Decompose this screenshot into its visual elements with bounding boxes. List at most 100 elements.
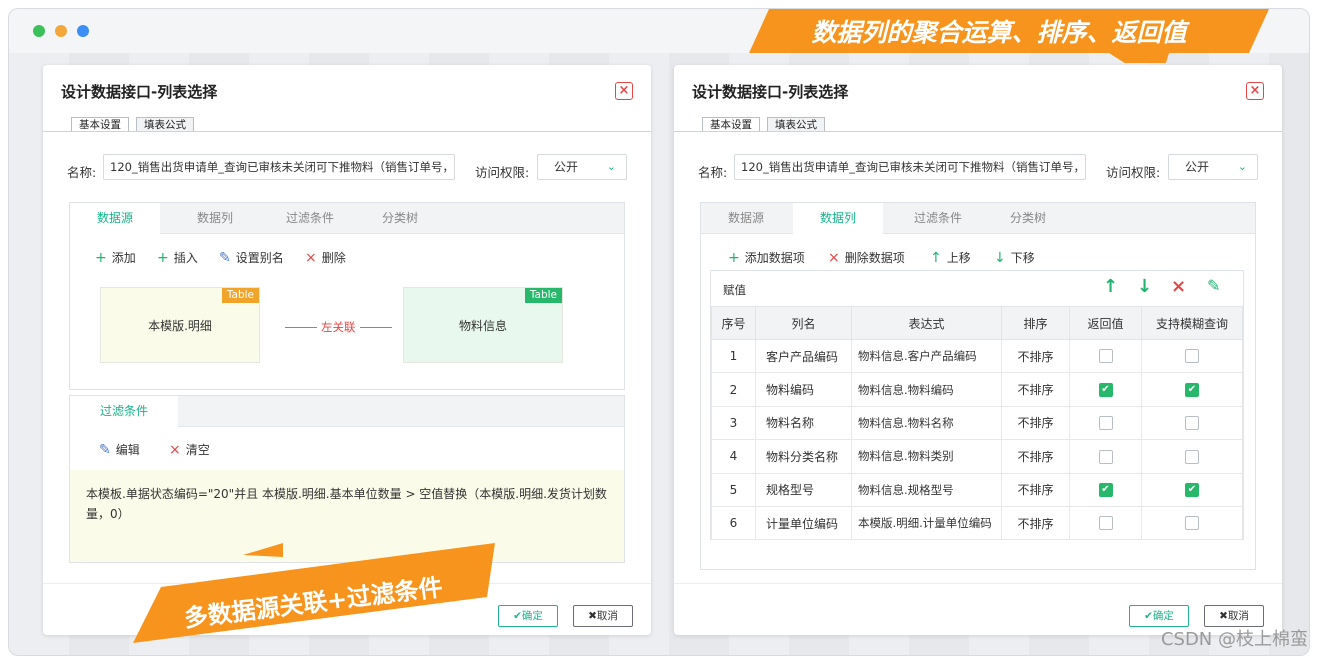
table-node-material[interactable]: Table 物料信息 xyxy=(403,287,563,363)
column-name: 物料分类名称 xyxy=(755,439,852,474)
edit-icon[interactable]: ✎ xyxy=(1207,276,1220,295)
dialog-right: 设计数据接口-列表选择 × 基本设置 填表公式 名称: 120_销售出货申请单_… xyxy=(674,65,1282,635)
row-number: 1 xyxy=(711,338,756,374)
tab-data-columns[interactable]: 数据列 xyxy=(170,203,260,234)
tab-category-tree[interactable]: 分类树 xyxy=(983,203,1073,234)
table-badge: Table xyxy=(524,288,562,303)
column-name: 客户产品编码 xyxy=(755,338,852,374)
table-badge: Table xyxy=(221,288,259,303)
move-down-button[interactable]: ↓ 下移 xyxy=(994,249,1035,266)
delete-data-item-button[interactable]: × 删除数据项 xyxy=(828,249,905,266)
column-sort: 不排序 xyxy=(1001,372,1070,407)
tab-data-columns[interactable]: 数据列 xyxy=(793,203,883,235)
confirm-button[interactable]: ✔确定 xyxy=(1129,605,1189,627)
return-value-checkbox[interactable]: ✔ xyxy=(1098,483,1113,497)
assign-label: 赋值 xyxy=(723,283,746,297)
table-row[interactable]: 2 物料编码 物料信息.物料编码 不排序 ✔ ✔ xyxy=(711,372,1243,407)
col-header: 序号 xyxy=(711,306,756,340)
table-row[interactable]: 4 物料分类名称 物料信息.物料类别 不排序 xyxy=(711,439,1243,474)
fuzzy-query-checkbox[interactable]: ✔ xyxy=(1185,483,1199,497)
move-up-button[interactable]: ↑ 上移 xyxy=(930,249,971,266)
tab-filter[interactable]: 过滤条件 xyxy=(265,203,355,234)
return-value-checkbox[interactable] xyxy=(1098,416,1113,431)
fuzzy-query-checkbox[interactable] xyxy=(1185,449,1199,464)
name-input[interactable]: 120_销售出货申请单_查询已审核未关闭可下推物料（销售订单号，行 xyxy=(734,154,1086,180)
arrow-down-icon: ↓ xyxy=(994,250,1006,266)
join-link[interactable]: 左关联 xyxy=(281,319,396,335)
table-row[interactable]: 5 规格型号 物料信息.规格型号 不排序 ✔ ✔ xyxy=(711,472,1243,507)
columns-table: 序号 列名 表达式 排序 返回值 支持模糊查询 1 客户产品编码 物料信息.客户产品… xyxy=(711,306,1243,541)
col-header: 返回值 xyxy=(1069,306,1142,340)
column-name: 物料编码 xyxy=(755,372,852,407)
close-icon[interactable]: × xyxy=(615,82,633,100)
fuzzy-query-checkbox[interactable] xyxy=(1185,349,1199,364)
return-value-checkbox[interactable] xyxy=(1098,516,1113,531)
return-value-checkbox[interactable]: ✔ xyxy=(1098,382,1113,397)
close-icon[interactable]: × xyxy=(1171,276,1186,297)
tab-datasource[interactable]: 数据源 xyxy=(70,203,160,235)
arrow-up-icon: ↑ xyxy=(930,250,942,266)
table-node-main[interactable]: Table 本模版.明细 xyxy=(100,287,260,363)
tab-filter-conditions[interactable]: 过滤条件 xyxy=(70,396,178,428)
banner-bottom: 多数据源关联+过滤条件 xyxy=(133,543,495,643)
row-number: 4 xyxy=(711,439,756,474)
chevron-down-icon: ⌄ xyxy=(1237,160,1247,173)
fuzzy-query-checkbox[interactable] xyxy=(1185,516,1199,531)
watermark: CSDN @枝上棉蛮 xyxy=(1160,629,1308,650)
tab-category-tree[interactable]: 分类树 xyxy=(355,203,445,234)
window-dot-orange[interactable] xyxy=(55,25,67,37)
tab-fill-formula[interactable]: 填表公式 xyxy=(136,117,194,132)
close-icon: × xyxy=(305,250,317,266)
close-icon[interactable]: × xyxy=(1246,82,1264,100)
dialog-title: 设计数据接口-列表选择 xyxy=(61,83,218,101)
window-dot-blue[interactable] xyxy=(77,25,89,37)
cancel-button[interactable]: ✖取消 xyxy=(573,605,633,627)
insert-button[interactable]: + 插入 xyxy=(157,249,198,266)
plus-icon: + xyxy=(157,250,169,266)
tab-datasource[interactable]: 数据源 xyxy=(701,203,791,234)
arrow-up-icon[interactable]: ↑ xyxy=(1103,276,1118,297)
banner-top: 数据列的聚合运算、排序、返回值 xyxy=(749,9,1269,63)
add-button[interactable]: + 添加 xyxy=(95,249,136,266)
return-value-checkbox[interactable] xyxy=(1098,449,1113,464)
plus-icon: + xyxy=(728,250,740,266)
dialog-title: 设计数据接口-列表选择 xyxy=(692,83,849,101)
col-header: 列名 xyxy=(755,306,852,340)
add-data-item-button[interactable]: + 添加数据项 xyxy=(728,249,805,266)
table-row[interactable]: 1 客户产品编码 物料信息.客户产品编码 不排序 xyxy=(711,338,1243,374)
column-expression: 物料信息.物料类别 xyxy=(851,439,1002,474)
cancel-button[interactable]: ✖取消 xyxy=(1204,605,1264,627)
tab-filter[interactable]: 过滤条件 xyxy=(893,203,983,234)
row-number: 3 xyxy=(711,405,756,441)
tab-fill-formula[interactable]: 填表公式 xyxy=(767,117,825,132)
permission-select[interactable]: 公开 ⌄ xyxy=(537,154,627,180)
close-icon: × xyxy=(828,250,840,266)
col-header: 排序 xyxy=(1001,306,1070,340)
column-expression: 物料信息.物料名称 xyxy=(851,405,1002,441)
set-alias-button[interactable]: ✎ 设置别名 xyxy=(219,249,284,266)
edit-filter-button[interactable]: ✎ 编辑 xyxy=(99,441,140,458)
fuzzy-query-checkbox[interactable] xyxy=(1185,416,1199,431)
window-dot-green[interactable] xyxy=(33,25,45,37)
fuzzy-query-checkbox[interactable]: ✔ xyxy=(1185,382,1199,397)
permission-select[interactable]: 公开 ⌄ xyxy=(1168,154,1258,180)
chevron-down-icon: ⌄ xyxy=(606,160,616,173)
column-sort: 不排序 xyxy=(1001,505,1070,541)
column-sort: 不排序 xyxy=(1001,338,1070,374)
app-window: 设计数据接口-列表选择 × 基本设置 填表公式 名称: 120_销售出货申请单_… xyxy=(8,8,1310,656)
name-input[interactable]: 120_销售出货申请单_查询已审核未关闭可下推物料（销售订单号，行 xyxy=(103,154,455,180)
table-row[interactable]: 3 物料名称 物料信息.物料名称 不排序 xyxy=(711,405,1243,441)
col-header: 表达式 xyxy=(851,306,1002,340)
tab-basic-settings[interactable]: 基本设置 xyxy=(702,117,760,132)
permission-label: 访问权限: xyxy=(475,165,530,180)
return-value-checkbox[interactable] xyxy=(1098,349,1113,364)
delete-button[interactable]: × 删除 xyxy=(305,249,346,266)
tab-basic-settings[interactable]: 基本设置 xyxy=(71,117,129,132)
table-row[interactable]: 6 计量单位编码 本模版.明细.计量单位编码 不排序 xyxy=(711,505,1243,541)
arrow-down-icon[interactable]: ↓ xyxy=(1137,276,1152,297)
edit-icon: ✎ xyxy=(219,250,231,266)
column-expression: 物料信息.规格型号 xyxy=(851,472,1002,507)
column-name: 计量单位编码 xyxy=(755,505,852,541)
row-number: 6 xyxy=(711,505,756,541)
clear-filter-button[interactable]: × 清空 xyxy=(169,441,210,458)
